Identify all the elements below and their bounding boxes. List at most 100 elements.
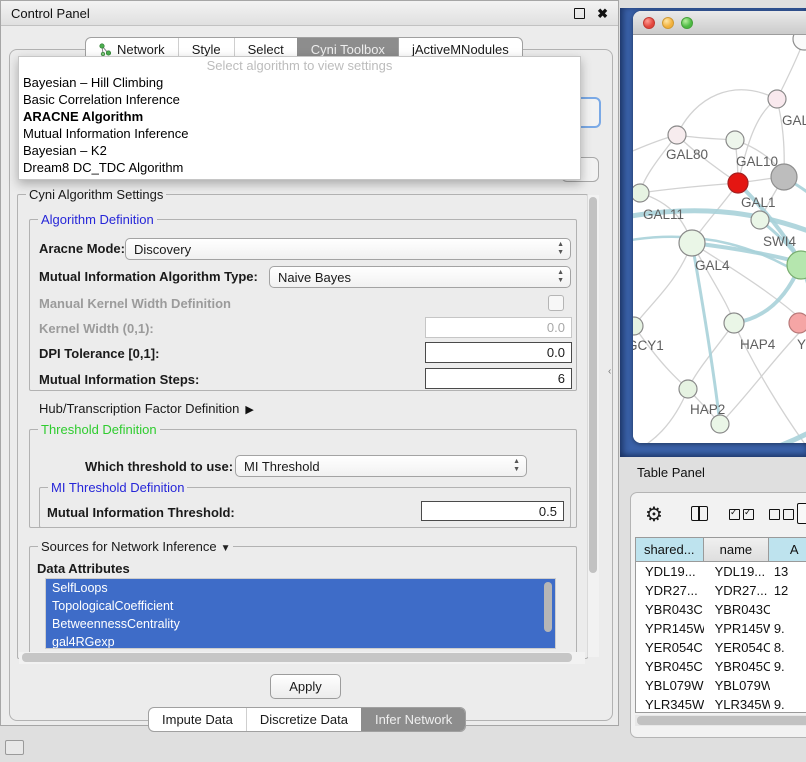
which-threshold-value: MI Threshold — [244, 459, 320, 474]
control-panel-titlebar: Control Panel ✖ — [1, 1, 618, 26]
table-row[interactable]: YBR045CYBR045C9. — [636, 657, 806, 676]
kernel-width-value: 0.0 — [547, 320, 565, 335]
minimize-traffic-light-icon[interactable] — [662, 17, 674, 29]
bottom-tab-bar: Impute Data Discretize Data Infer Network — [148, 707, 466, 732]
network-node-hap2[interactable] — [679, 380, 697, 398]
new-table-icon[interactable] — [797, 503, 806, 524]
mi-type-select[interactable]: Naive Bayes ▲▼ — [269, 266, 571, 288]
apply-button[interactable]: Apply — [270, 674, 341, 699]
table-row[interactable]: YBR043CYBR043C — [636, 600, 806, 619]
column-header-a[interactable]: A — [769, 538, 806, 561]
network-edge[interactable] — [634, 326, 688, 389]
tab-impute-data[interactable]: Impute Data — [149, 708, 246, 731]
mi-steps-field[interactable]: 6 — [425, 368, 572, 389]
network-node[interactable] — [711, 415, 729, 433]
table-horizontal-scrollbar[interactable] — [635, 715, 806, 726]
network-graph: GALGAL80GAL10GAL1GAL11SWI4GAL4GCY1HAP4YH… — [633, 35, 806, 443]
table-row[interactable]: YLR345WYLR345W9. — [636, 695, 806, 713]
control-panel-window: Control Panel ✖ NetworkStyleSelectCyni T… — [0, 0, 619, 726]
network-edge[interactable] — [634, 243, 692, 326]
close-traffic-light-icon[interactable] — [643, 17, 655, 29]
data-attribute-item[interactable]: TopologicalCoefficient — [46, 597, 555, 615]
network-node-gal10[interactable] — [726, 131, 744, 149]
table-cell: YBL079W — [636, 678, 704, 693]
table-row[interactable]: YPR145WYPR145W9. — [636, 619, 806, 638]
network-node-gcy1[interactable] — [633, 317, 643, 335]
column-header-name[interactable]: name — [704, 538, 770, 561]
mi-threshold-field[interactable]: 0.5 — [421, 501, 564, 521]
aracne-mode-select[interactable]: Discovery ▲▼ — [125, 238, 571, 260]
settings-vertical-scrollbar[interactable] — [587, 195, 599, 657]
network-node-gal[interactable] — [768, 90, 786, 108]
table-cell: YBR043C — [704, 602, 770, 617]
data-attributes-list[interactable]: SelfLoopsTopologicalCoefficientBetweenne… — [45, 578, 556, 649]
float-icon[interactable] — [574, 8, 585, 19]
table-row[interactable]: YDL19...YDL19...13 — [636, 562, 806, 581]
tab-infer-network[interactable]: Infer Network — [361, 708, 465, 731]
apply-button-label: Apply — [289, 679, 322, 694]
network-node-y[interactable] — [789, 313, 806, 333]
dpi-tolerance-field[interactable]: 0.0 — [425, 342, 572, 363]
expander-down-icon: ▼ — [221, 543, 231, 554]
columns-icon[interactable] — [691, 506, 708, 521]
table-cell: YBR045C — [636, 659, 704, 674]
data-attribute-item[interactable]: gal4RGexp — [46, 633, 555, 649]
collapsed-panel-icon[interactable] — [5, 740, 24, 755]
algorithm-option[interactable]: Mutual Information Inference — [19, 125, 580, 142]
table-cell: YDR27... — [636, 583, 704, 598]
network-edge[interactable] — [677, 90, 777, 135]
table-row[interactable]: YBL079WYBL079W — [636, 676, 806, 695]
data-attribute-item[interactable]: BetweennessCentrality — [46, 615, 555, 633]
hub-definition-expander[interactable]: Hub/Transcription Factor Definition▶ — [39, 401, 254, 416]
network-node-gal11[interactable] — [633, 184, 649, 202]
table-row[interactable]: YDR27...YDR27...12 — [636, 581, 806, 600]
network-node-label: GAL — [782, 113, 806, 128]
network-edge[interactable] — [640, 135, 677, 193]
table-cell: YBR043C — [636, 602, 704, 617]
manual-kernel-checkbox[interactable] — [548, 295, 564, 311]
list-scrollbar[interactable] — [544, 582, 552, 632]
unchecked-pair-icon[interactable] — [769, 509, 794, 520]
network-node-gal1[interactable] — [728, 173, 748, 193]
network-node-hap4[interactable] — [724, 313, 744, 333]
sources-group-title[interactable]: Sources for Network Inference▼ — [38, 539, 233, 554]
network-edge[interactable] — [633, 389, 688, 443]
algorithm-option[interactable]: ARACNE Algorithm — [19, 108, 580, 125]
table-cell: YPR145W — [704, 621, 770, 636]
settings-horizontal-scrollbar[interactable] — [19, 652, 585, 664]
algorithm-option[interactable]: Bayesian – Hill Climbing — [19, 74, 580, 91]
algorithm-option[interactable]: Basic Correlation Inference — [19, 91, 580, 108]
dpi-tolerance-value: 0.0 — [547, 345, 565, 360]
zoom-traffic-light-icon[interactable] — [681, 17, 693, 29]
network-window-titlebar — [633, 11, 806, 35]
table-cell: YLR345W — [636, 697, 704, 712]
which-threshold-select[interactable]: MI Threshold ▲▼ — [235, 455, 527, 477]
mi-type-value: Naive Bayes — [278, 270, 351, 285]
network-edge[interactable] — [640, 183, 738, 193]
gear-icon[interactable]: ⚙ — [645, 502, 663, 528]
network-node-gal80[interactable] — [668, 126, 686, 144]
algorithm-option[interactable]: Dream8 DC_TDC Algorithm — [19, 159, 580, 176]
close-icon[interactable]: ✖ — [597, 7, 608, 20]
kernel-width-field[interactable]: 0.0 — [425, 317, 572, 338]
network-edge[interactable] — [633, 255, 634, 326]
network-node-gal4[interactable] — [679, 230, 705, 256]
table-cell: 9. — [770, 659, 806, 674]
network-node-swi4[interactable] — [751, 211, 769, 229]
network-node[interactable] — [793, 35, 806, 50]
algorithm-option[interactable]: Bayesian – K2 — [19, 142, 580, 159]
splitter-collapse-icon[interactable]: ‹ — [608, 366, 611, 377]
table-panel-title: Table Panel — [637, 465, 705, 480]
tab-discretize-data[interactable]: Discretize Data — [246, 708, 361, 731]
attribute-table[interactable]: shared...nameA YDL19...YDL19...13YDR27..… — [635, 537, 806, 713]
network-canvas[interactable]: GALGAL80GAL10GAL1GAL11SWI4GAL4GCY1HAP4YH… — [633, 35, 806, 443]
data-attribute-item[interactable]: SelfLoops — [46, 579, 555, 597]
stepper-icon: ▲▼ — [513, 458, 520, 474]
network-node[interactable] — [787, 251, 806, 279]
table-row[interactable]: YER054CYER054C8. — [636, 638, 806, 657]
checked-pair-icon[interactable] — [729, 509, 754, 520]
dpi-tolerance-label: DPI Tolerance [0,1]: — [39, 346, 159, 361]
tab-label: Discretize Data — [260, 708, 348, 731]
mi-steps-label: Mutual Information Steps: — [39, 372, 199, 387]
column-header-shared[interactable]: shared... — [636, 538, 704, 561]
